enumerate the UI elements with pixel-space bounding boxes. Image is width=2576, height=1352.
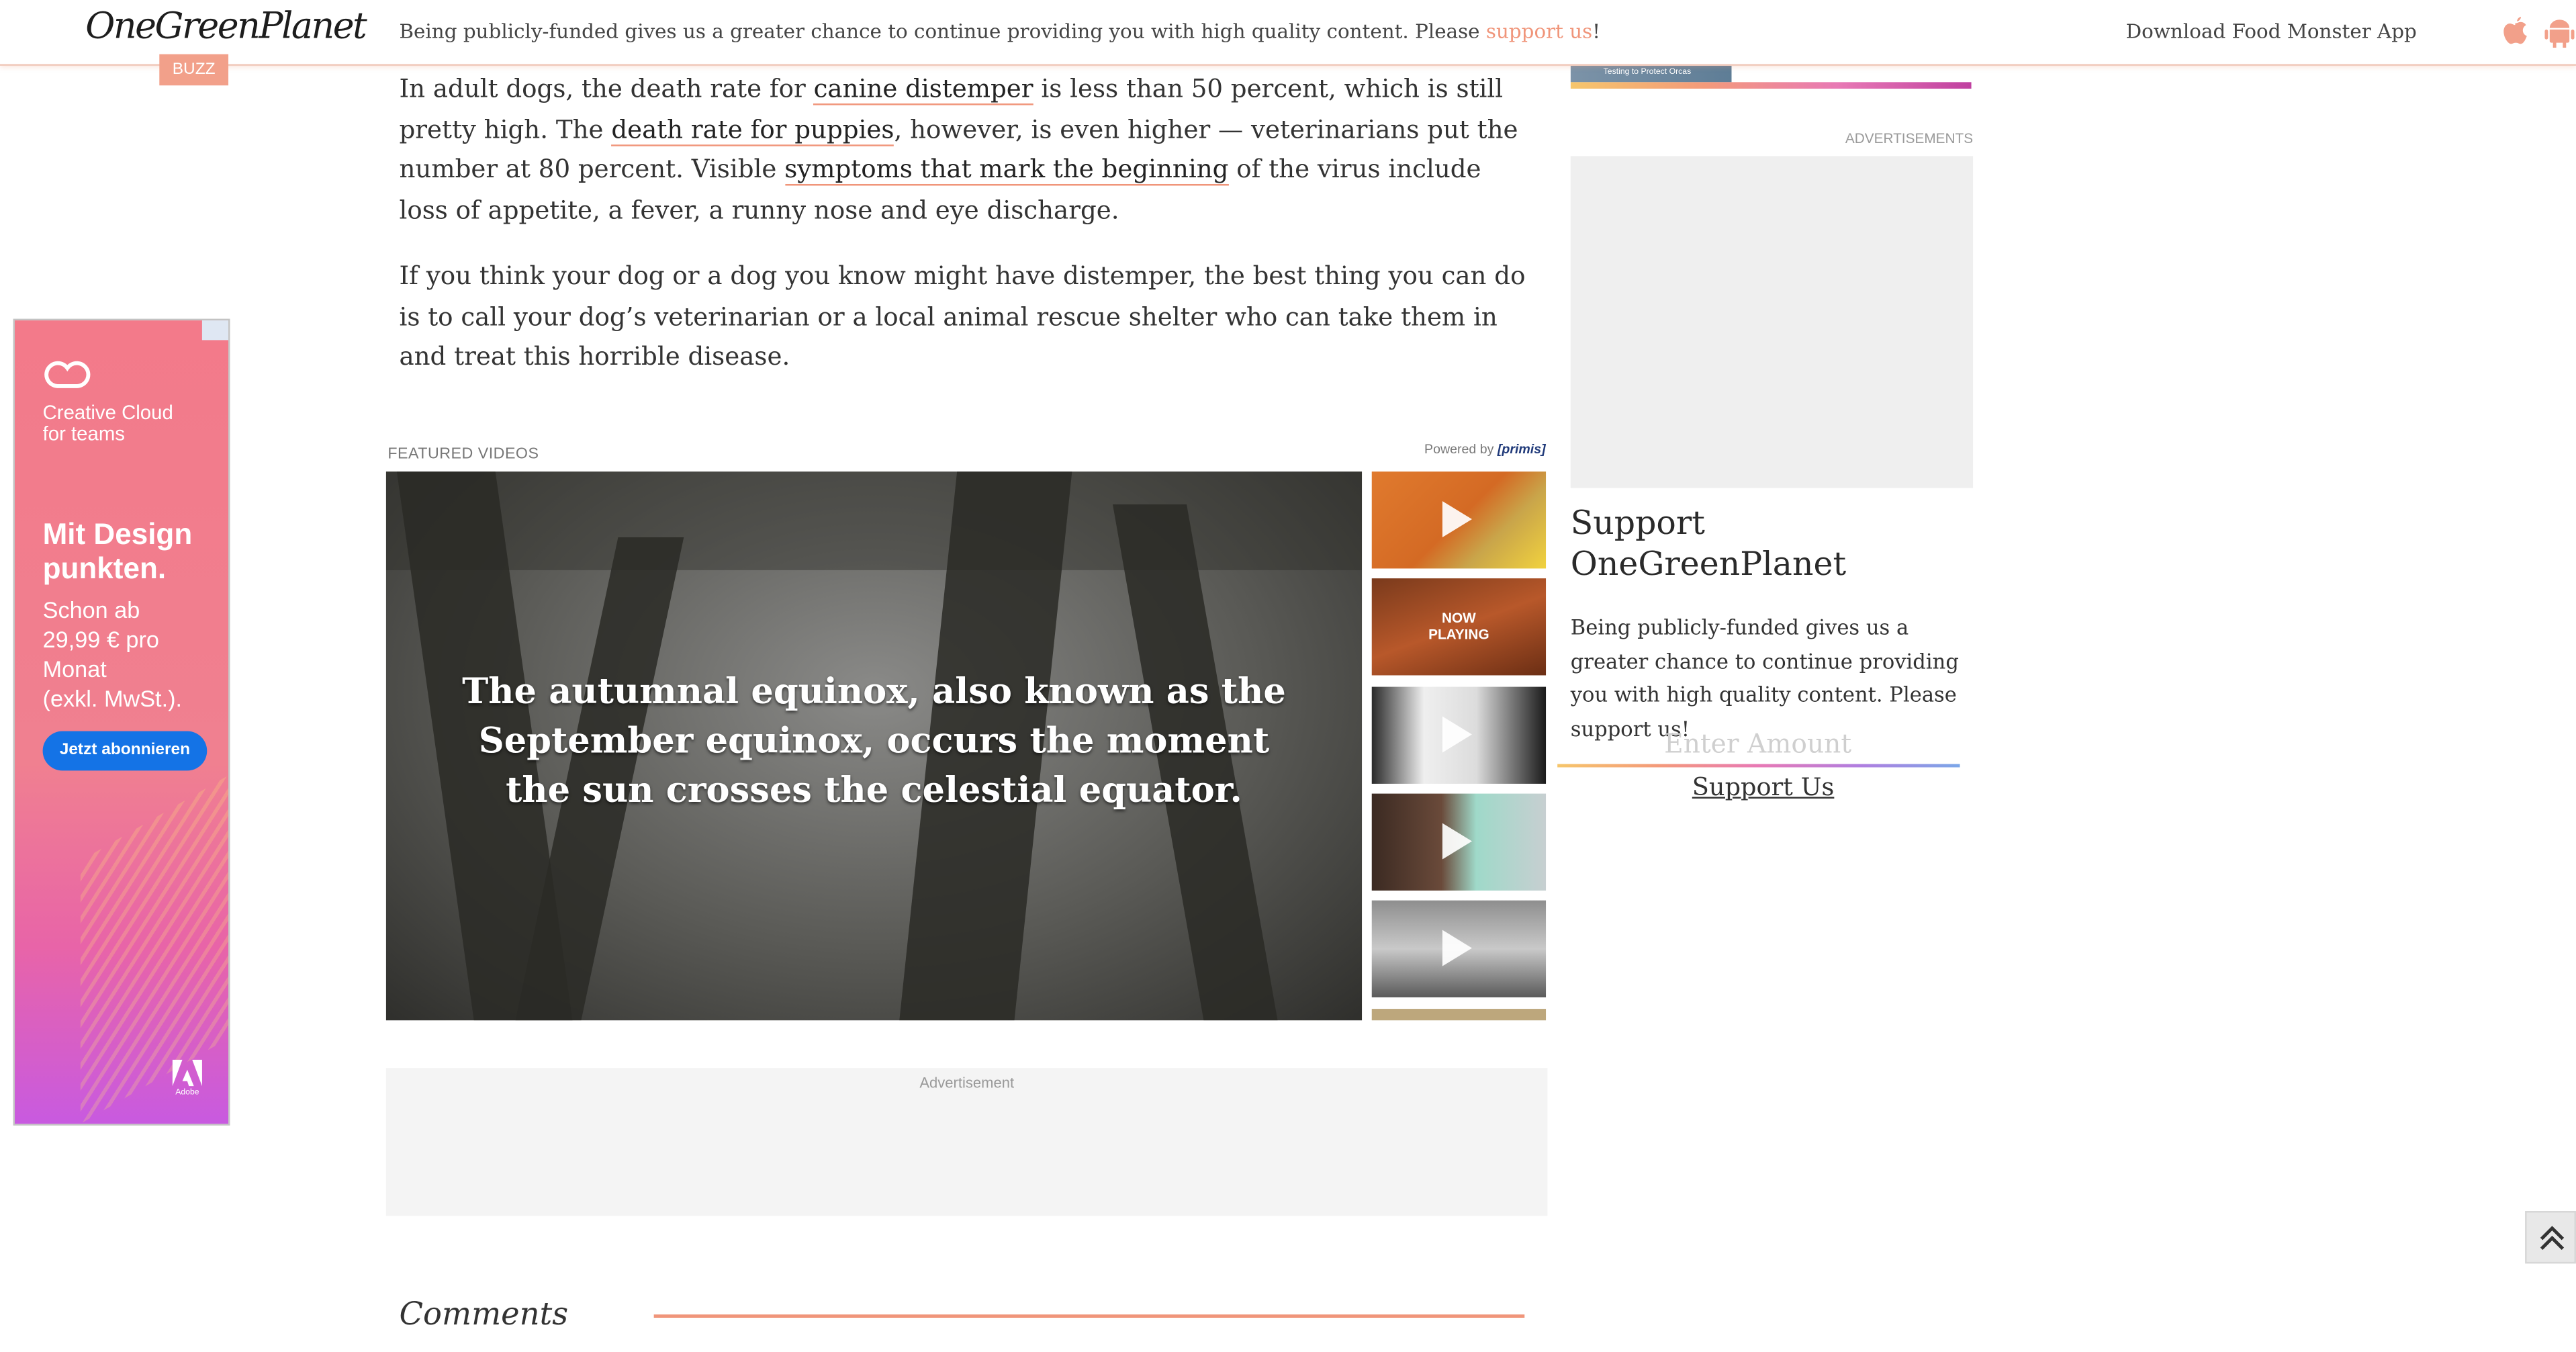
play-icon xyxy=(1442,501,1472,537)
video-thumbnail[interactable] xyxy=(1371,1009,1547,1021)
ad-cta-button[interactable]: Jetzt abonnieren xyxy=(42,731,208,771)
video-thumbnail[interactable] xyxy=(1371,900,1547,997)
paragraph-text: In adult dogs, the death rate for xyxy=(399,74,814,104)
article-paragraph: If you think your dog or a dog you know … xyxy=(399,261,1526,371)
download-app-link[interactable]: Download Food Monster App xyxy=(2126,19,2417,42)
comments-divider xyxy=(653,1314,1525,1317)
advertisements-label: ADVERTISEMENTS xyxy=(1845,130,1974,146)
ad-brand: Creative Cloud for teams xyxy=(42,400,173,445)
notice-suffix: ! xyxy=(1592,19,1601,43)
input-underline xyxy=(1557,764,1960,768)
provider-logo: [primis] xyxy=(1497,442,1546,457)
support-us-link[interactable]: support us xyxy=(1486,19,1592,42)
adchoices-icon[interactable] xyxy=(201,320,229,341)
sidebar-image-caption: Testing to Protect Orcas xyxy=(1603,67,1692,77)
support-notice: Being publicly-funded gives us a greater… xyxy=(399,19,1600,42)
video-caption: The autumnal equinox, also known as the … xyxy=(462,672,1286,812)
now-playing-label: NOW PLAYING xyxy=(1428,609,1489,643)
support-us-button[interactable]: Support Us xyxy=(1692,772,1835,802)
inline-link[interactable]: symptoms that mark the beginning xyxy=(784,154,1228,186)
video-player[interactable]: The autumnal equinox, also known as the … xyxy=(385,471,1363,1021)
inline-link[interactable]: death rate for puppies xyxy=(611,114,894,146)
play-icon xyxy=(1442,716,1472,753)
article-paragraph: In adult dogs, the death rate for canine… xyxy=(399,69,1532,230)
play-icon xyxy=(1442,930,1472,966)
section-badge[interactable]: BUZZ xyxy=(159,54,229,86)
left-banner-ad[interactable]: Creative Cloud for teams Mit Design punk… xyxy=(13,318,230,1126)
site-logo[interactable]: OneGreenPlanet xyxy=(85,7,367,48)
comments-heading: Comments xyxy=(399,1296,569,1333)
video-thumbnail[interactable] xyxy=(1371,686,1547,784)
android-icon[interactable] xyxy=(2543,16,2576,49)
powered-by[interactable]: Powered by [primis] xyxy=(1424,442,1546,457)
featured-videos-label: FEATURED VIDEOS xyxy=(387,445,539,463)
support-heading: Support OneGreenPlanet xyxy=(1570,502,1847,584)
inline-link[interactable]: canine distemper xyxy=(813,74,1033,105)
apple-icon[interactable] xyxy=(2500,15,2530,48)
double-chevron-up-icon xyxy=(2540,1226,2565,1250)
video-thumbnail[interactable] xyxy=(1371,471,1547,569)
video-thumbnail[interactable] xyxy=(1371,793,1547,891)
sidebar-ad[interactable] xyxy=(1570,156,1974,488)
ad-headline: Mit Design punkten. xyxy=(42,517,193,585)
powered-by-text: Powered by xyxy=(1424,442,1494,457)
top-bar: OneGreenPlanet Being publicly-funded giv… xyxy=(0,0,2576,66)
amount-input[interactable] xyxy=(1557,724,1959,761)
scroll-to-top-button[interactable] xyxy=(2525,1210,2576,1264)
article-body: In adult dogs, the death rate for canine… xyxy=(399,69,1532,404)
ad-graphic xyxy=(80,766,229,1124)
adobe-logo-icon: Adobe xyxy=(172,1059,202,1096)
creative-cloud-icon xyxy=(44,361,91,388)
notice-text: Being publicly-funded gives us a greater… xyxy=(399,19,1486,43)
advertisement-slot[interactable]: Advertisement xyxy=(385,1068,1548,1216)
svg-text:Adobe: Adobe xyxy=(175,1087,199,1095)
video-thumbnail-now-playing[interactable]: NOW PLAYING xyxy=(1371,578,1547,676)
ad-price: Schon ab 29,99 € pro Monat (exkl. MwSt.)… xyxy=(42,596,183,712)
play-icon xyxy=(1442,823,1472,860)
advertisement-label: Advertisement xyxy=(919,1074,1015,1091)
